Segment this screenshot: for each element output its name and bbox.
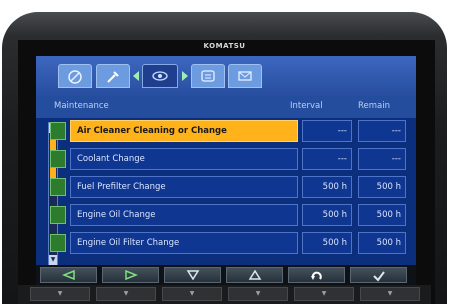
header-maintenance: Maintenance: [54, 101, 109, 111]
mail-icon: [238, 71, 252, 81]
item-remain: ---: [358, 148, 406, 170]
hw-key-6[interactable]: ▼: [360, 287, 420, 301]
up-arrow-icon: [248, 270, 261, 280]
hw-key-2[interactable]: ▼: [96, 287, 156, 301]
item-interval: 500 h: [302, 232, 352, 254]
down-arrow-icon: [186, 270, 199, 280]
list-item[interactable]: Fuel Prefilter Change 500 h 500 h: [44, 176, 414, 198]
hw-key-1[interactable]: ▼: [30, 287, 90, 301]
item-remain: 500 h: [358, 176, 406, 198]
function-bar: [36, 265, 416, 285]
coolant-icon: [50, 150, 66, 168]
header-remain: Remain: [358, 101, 390, 111]
no-entry-icon: [68, 70, 82, 84]
scroll-down-icon[interactable]: ▼: [49, 255, 57, 265]
item-interval: ---: [302, 120, 352, 142]
wrench-icon: [107, 71, 119, 83]
oil-filter-icon: [50, 234, 66, 252]
f3-down-button[interactable]: [164, 267, 221, 283]
tab-scroll-left-icon[interactable]: [133, 71, 139, 81]
hardware-key-strip: ▼ ▼ ▼ ▼ ▼ ▼: [18, 285, 431, 304]
item-interval: 500 h: [302, 176, 352, 198]
item-name: Engine Oil Filter Change: [70, 232, 298, 254]
item-name: Fuel Prefilter Change: [70, 176, 298, 198]
item-remain: 500 h: [358, 204, 406, 226]
item-interval: ---: [302, 148, 352, 170]
tab-maintenance[interactable]: [96, 64, 130, 88]
list-item[interactable]: Engine Oil Filter Change 500 h 500 h: [44, 232, 414, 254]
tab-scroll-right-icon[interactable]: [182, 71, 188, 81]
f1-left-button[interactable]: [40, 267, 97, 283]
return-icon: [310, 271, 322, 280]
air-cleaner-icon: [50, 122, 66, 140]
item-interval: 500 h: [302, 204, 352, 226]
item-name: Engine Oil Change: [70, 204, 298, 226]
fuel-filter-icon: [50, 178, 66, 196]
brand-logo: KOMATSU: [203, 42, 246, 50]
left-arrow-icon: [61, 270, 75, 280]
list-header: Maintenance Interval Remain: [36, 96, 416, 118]
list-item[interactable]: Engine Oil Change 500 h 500 h: [44, 204, 414, 226]
f4-up-button[interactable]: [226, 267, 283, 283]
screen-adjust-icon: [152, 71, 168, 81]
hw-key-5[interactable]: ▼: [294, 287, 354, 301]
list-icon: [201, 70, 215, 82]
tab-no-entry[interactable]: [58, 64, 92, 88]
item-remain: 500 h: [358, 232, 406, 254]
f6-confirm-button[interactable]: [350, 267, 407, 283]
list-item[interactable]: Air Cleaner Cleaning or Change --- ---: [44, 120, 414, 142]
tab-mail[interactable]: [228, 64, 262, 88]
item-remain: ---: [358, 120, 406, 142]
tab-bar: [36, 56, 416, 96]
item-name: Coolant Change: [70, 148, 298, 170]
item-name: Air Cleaner Cleaning or Change: [70, 120, 298, 142]
hw-key-4[interactable]: ▼: [228, 287, 288, 301]
tab-screen-adjust[interactable]: [142, 64, 178, 88]
f5-return-button[interactable]: [288, 267, 345, 283]
right-arrow-icon: [124, 270, 138, 280]
hw-key-3[interactable]: ▼: [162, 287, 222, 301]
check-icon: [372, 271, 385, 282]
tab-list[interactable]: [191, 64, 225, 88]
engine-oil-icon: [50, 206, 66, 224]
f2-right-button[interactable]: [102, 267, 159, 283]
display-screen: Maintenance Interval Remain ▲ ▼ Air Clea…: [36, 56, 416, 280]
header-interval: Interval: [290, 101, 323, 111]
list-item[interactable]: Coolant Change --- ---: [44, 148, 414, 170]
